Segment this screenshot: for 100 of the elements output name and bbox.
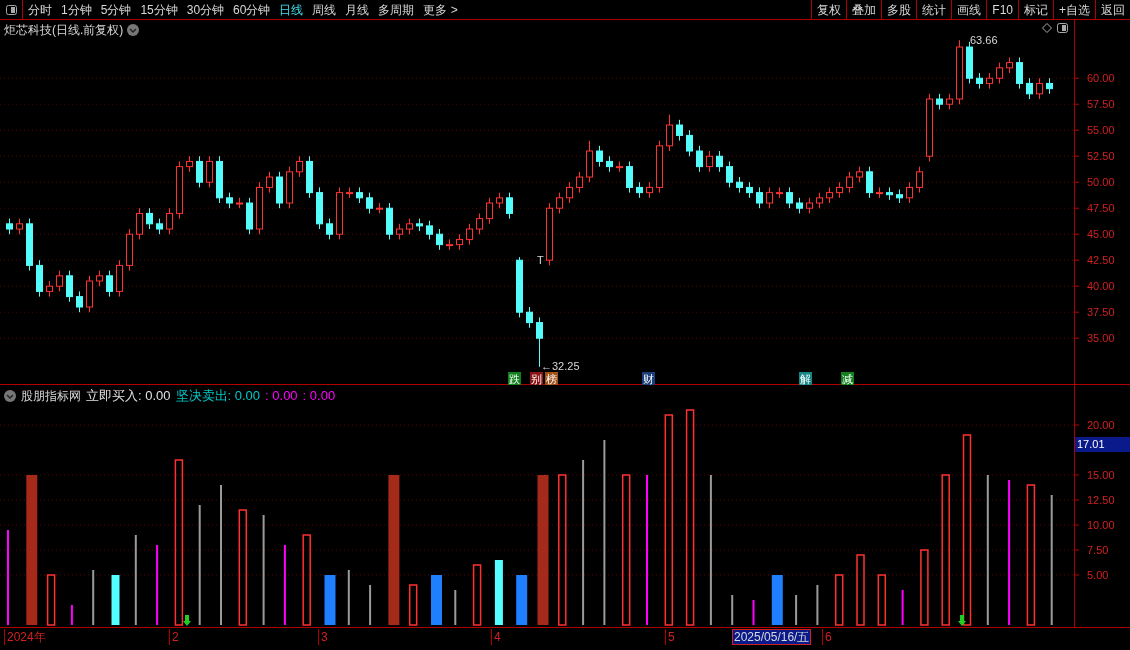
axis-label: 45.00 bbox=[1087, 228, 1115, 241]
period-tab[interactable]: 周线 bbox=[312, 0, 337, 19]
period-tab[interactable]: 60分钟 bbox=[233, 0, 271, 19]
indicator-bar bbox=[46, 574, 56, 626]
candlestick bbox=[786, 186, 793, 209]
indicator-value: : 0.00 bbox=[265, 387, 298, 405]
candlestick bbox=[906, 181, 913, 204]
period-tab[interactable]: 30分钟 bbox=[186, 0, 225, 19]
candlestick bbox=[1016, 56, 1023, 90]
candlestick bbox=[1026, 77, 1033, 100]
period-tab[interactable]: 多周期 bbox=[378, 0, 415, 19]
event-tag[interactable]: 解 bbox=[799, 372, 812, 385]
indicator-bar bbox=[347, 570, 350, 625]
axis-label: 50.00 bbox=[1087, 176, 1115, 189]
axis-label: 35.00 bbox=[1087, 332, 1115, 345]
candlestick bbox=[136, 207, 143, 240]
indicator-bar bbox=[454, 590, 457, 625]
period-tab[interactable]: 5分钟 bbox=[100, 0, 132, 19]
axis-label: 5.00 bbox=[1087, 569, 1109, 581]
axis-label: 60.00 bbox=[1087, 72, 1115, 85]
indicator-bar bbox=[795, 595, 798, 625]
candlestick bbox=[506, 192, 513, 220]
indicator-bar bbox=[816, 585, 819, 625]
axis-label: 37.50 bbox=[1087, 306, 1115, 319]
diamond-icon[interactable] bbox=[1042, 23, 1052, 33]
panel-toggle-icon[interactable] bbox=[1057, 23, 1068, 33]
candlestick bbox=[526, 306, 533, 329]
indicator-name: 股朋指标网 bbox=[21, 387, 81, 405]
date-label: 4 bbox=[491, 629, 501, 645]
indicator-value: : 0.00 bbox=[302, 387, 336, 405]
candlestick bbox=[1036, 77, 1043, 100]
period-tab[interactable]: 月线 bbox=[345, 0, 370, 19]
candlestick bbox=[566, 181, 573, 204]
candlestick bbox=[666, 114, 673, 152]
event-tag[interactable]: 榜 bbox=[545, 372, 558, 385]
indicator-bar bbox=[431, 575, 442, 625]
indicator-value: 立即买入: 0.00 bbox=[86, 387, 171, 405]
candlestick bbox=[366, 192, 373, 214]
toolbar-button[interactable]: 复权 bbox=[811, 0, 847, 19]
dropdown-icon[interactable] bbox=[4, 389, 16, 402]
marker-label: T bbox=[537, 254, 544, 266]
candlestick bbox=[66, 270, 73, 303]
candlestick bbox=[756, 186, 763, 209]
date-label: 6 bbox=[822, 629, 832, 645]
axis-label: 40.00 bbox=[1087, 280, 1115, 293]
event-tag[interactable]: 别 bbox=[530, 372, 543, 385]
toolbar-button[interactable]: 多股 bbox=[881, 0, 917, 19]
indicator-bar bbox=[408, 584, 418, 626]
panel-toggle-icon[interactable] bbox=[5, 4, 17, 15]
indicator-bar bbox=[494, 560, 503, 625]
event-tag[interactable]: 跌 bbox=[508, 372, 521, 385]
candlestick bbox=[596, 145, 603, 168]
toolbar-button[interactable]: F10 bbox=[986, 0, 1018, 19]
candlestick bbox=[556, 192, 563, 214]
down-arrow-icon bbox=[183, 615, 191, 626]
event-tag[interactable]: 减 bbox=[841, 372, 854, 385]
candlestick bbox=[426, 220, 433, 240]
candlestick bbox=[166, 207, 173, 235]
indicator-bar bbox=[111, 575, 120, 625]
current-value-label: 17.01 bbox=[1075, 437, 1130, 452]
event-tag[interactable]: 财 bbox=[642, 372, 655, 385]
axis-label: 10.00 bbox=[1087, 519, 1115, 531]
candlestick bbox=[716, 150, 723, 173]
axis-label: 42.50 bbox=[1087, 254, 1115, 267]
toolbar-button[interactable]: 画线 bbox=[951, 0, 987, 19]
toolbar-button[interactable]: 返回 bbox=[1095, 0, 1130, 19]
candlestick bbox=[446, 238, 453, 251]
candlestick bbox=[56, 270, 63, 292]
candlestick bbox=[996, 62, 1003, 84]
candlestick bbox=[346, 186, 353, 199]
period-tab[interactable]: 更多 > bbox=[423, 0, 458, 19]
period-tab[interactable]: 日线 bbox=[279, 0, 304, 19]
candlestick bbox=[726, 160, 733, 188]
dropdown-icon[interactable] bbox=[127, 24, 140, 36]
candlestick bbox=[846, 171, 853, 194]
period-tab[interactable]: 分时 bbox=[28, 0, 52, 19]
indicator-bar bbox=[834, 574, 844, 626]
date-label: 2024年 bbox=[4, 629, 46, 645]
indicator-bar bbox=[901, 590, 904, 625]
toolbar-button[interactable]: 叠加 bbox=[846, 0, 882, 19]
axis-label: 7.50 bbox=[1087, 544, 1109, 556]
toolbar-button[interactable]: +自选 bbox=[1053, 0, 1095, 19]
axis-label: 52.50 bbox=[1087, 150, 1115, 163]
indicator-bar bbox=[472, 564, 482, 626]
low-price-label: ←32.25 bbox=[541, 360, 580, 372]
candlestick bbox=[196, 155, 203, 188]
axis-label: 55.00 bbox=[1087, 124, 1115, 137]
down-arrow-icon bbox=[958, 615, 966, 626]
period-tab[interactable]: 15分钟 bbox=[140, 0, 178, 19]
toolbar-button[interactable]: 统计 bbox=[916, 0, 952, 19]
candlestick bbox=[486, 197, 493, 225]
indicator-bar bbox=[92, 570, 95, 625]
period-tab[interactable]: 1分钟 bbox=[61, 0, 92, 19]
candlestick bbox=[296, 155, 303, 178]
toolbar-button[interactable]: 标记 bbox=[1018, 0, 1053, 19]
indicator-bar bbox=[877, 574, 887, 626]
candlestick bbox=[576, 171, 583, 194]
candlestick bbox=[106, 270, 113, 298]
date-label: 3 bbox=[318, 629, 328, 645]
candlestick bbox=[686, 129, 693, 157]
